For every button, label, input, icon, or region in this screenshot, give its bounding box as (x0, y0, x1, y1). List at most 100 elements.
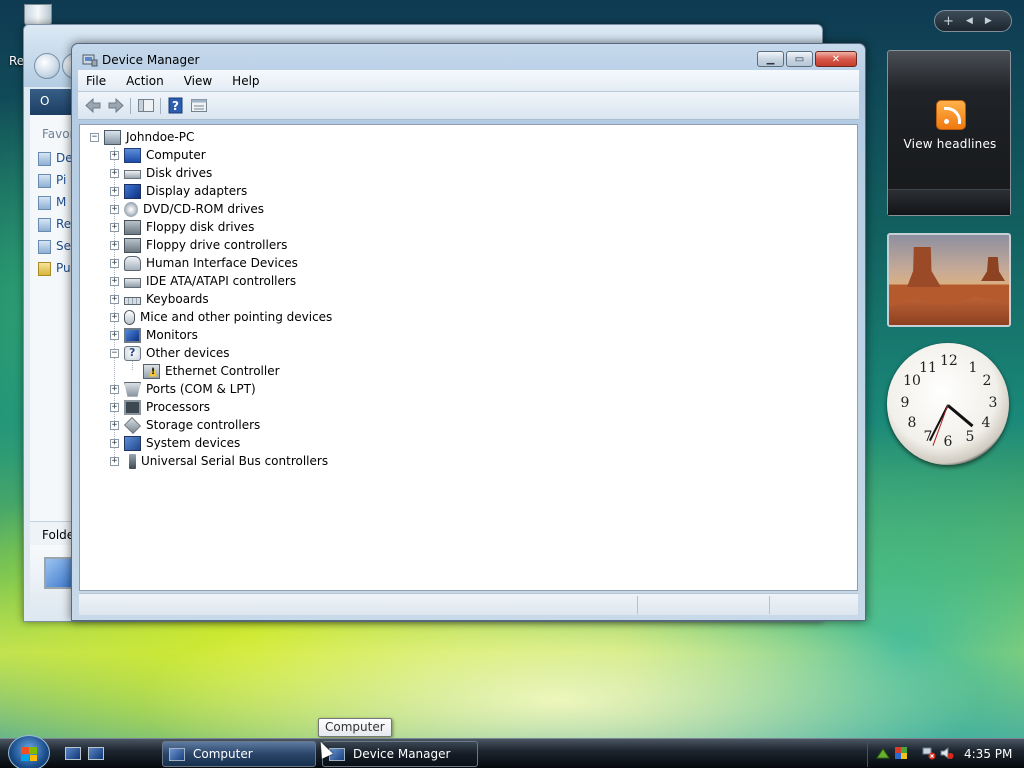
tree-node-dvd-drives[interactable]: + DVD/CD-ROM drives (110, 200, 264, 218)
status-separator (637, 596, 638, 614)
expand-toggle[interactable]: + (110, 420, 119, 430)
monitor-icon (124, 327, 141, 343)
sidebar-controls: + ◀ ▶ (934, 10, 1012, 32)
expand-toggle[interactable]: + (110, 186, 119, 196)
menu-help[interactable]: Help (229, 74, 262, 88)
expand-toggle[interactable]: + (110, 330, 119, 340)
menu-action[interactable]: Action (123, 74, 167, 88)
organize-button[interactable]: O (40, 94, 49, 108)
tree-node-label: Keyboards (146, 292, 209, 306)
feed-headlines-gadget[interactable]: View headlines (887, 50, 1011, 216)
computer-icon (169, 747, 185, 761)
recycle-bin-label: Re (9, 54, 25, 68)
rock-foreground (889, 297, 1009, 325)
status-bar (79, 593, 858, 615)
expand-toggle[interactable]: + (110, 240, 119, 250)
windows-logo-icon (21, 747, 37, 761)
close-button[interactable]: ✕ (815, 51, 857, 67)
tree-node-label: Display adapters (146, 184, 248, 198)
menu-file[interactable]: File (83, 74, 109, 88)
tree-node-storage-controllers[interactable]: + Storage controllers (110, 416, 260, 434)
expand-toggle[interactable]: + (110, 150, 119, 160)
expand-toggle[interactable]: + (110, 384, 119, 394)
expand-toggle[interactable]: + (110, 258, 119, 268)
expand-toggle[interactable]: + (110, 168, 119, 178)
tree-node-label: Ports (COM & LPT) (146, 382, 256, 396)
tree-node-usb-controllers[interactable]: + Universal Serial Bus controllers (110, 452, 328, 470)
tree-node-other-devices[interactable]: − Other devices (110, 344, 230, 362)
keyboard-icon (124, 297, 141, 305)
other-devices-icon (124, 345, 141, 361)
security-center-icon[interactable] (894, 746, 908, 760)
nav-link-label: Pu (56, 261, 71, 275)
storage-controller-icon (124, 416, 141, 434)
tree-node-monitors[interactable]: + Monitors (110, 326, 198, 344)
back-button[interactable] (34, 53, 60, 79)
tree-node-hid[interactable]: + Human Interface Devices (110, 254, 298, 272)
maximize-button[interactable]: ▭ (786, 51, 813, 67)
tree-node-floppy-controllers[interactable]: + Floppy drive controllers (110, 236, 287, 254)
device-manager-window: Device Manager ▁ ▭ ✕ File Action View He… (71, 43, 866, 621)
volume-muted-icon[interactable] (940, 746, 954, 760)
clock-hour-hand (947, 404, 974, 428)
expand-toggle[interactable]: + (110, 402, 119, 412)
expand-toggle[interactable]: + (110, 312, 119, 322)
tree-node-display-adapters[interactable]: + Display adapters (110, 182, 247, 200)
menu-view[interactable]: View (181, 74, 215, 88)
minimize-button[interactable]: ▁ (757, 51, 784, 67)
properties-icon[interactable] (190, 97, 208, 114)
network-disconnected-icon[interactable] (922, 746, 936, 760)
next-gadget-icon[interactable]: ▶ (985, 16, 992, 26)
expand-toggle[interactable]: + (110, 438, 119, 448)
tree-node-disk-drives[interactable]: + Disk drives (110, 164, 212, 182)
tree-node-processors[interactable]: + Processors (110, 398, 210, 416)
disk-drive-icon (124, 170, 141, 179)
start-button[interactable] (8, 735, 50, 768)
tree-node-label: Universal Serial Bus controllers (141, 454, 329, 468)
expand-toggle[interactable]: + (110, 456, 119, 466)
expand-toggle[interactable]: + (110, 294, 119, 304)
tree-node-system-devices[interactable]: + System devices (110, 434, 240, 452)
tree-node-ports[interactable]: + Ports (COM & LPT) (110, 380, 256, 398)
tree-node-ide-controllers[interactable]: + IDE ATA/ATAPI controllers (110, 272, 296, 290)
music-icon (38, 195, 51, 210)
tree-node-keyboards[interactable]: + Keyboards (110, 290, 209, 308)
tree-node-mice[interactable]: + Mice and other pointing devices (110, 308, 332, 326)
slideshow-gadget[interactable] (887, 233, 1011, 327)
taskbar-item-device-manager[interactable]: Device Manager (322, 741, 478, 767)
back-arrow-icon[interactable] (84, 97, 102, 114)
add-gadget-icon[interactable]: + (943, 14, 954, 29)
taskbar-item-computer[interactable]: Computer (162, 741, 316, 767)
pictures-icon (38, 173, 51, 188)
tree-node-label: Mice and other pointing devices (140, 310, 333, 324)
show-desktop-icon[interactable] (65, 747, 81, 760)
previous-gadget-icon[interactable]: ◀ (966, 16, 973, 26)
svg-text:?: ? (172, 99, 179, 113)
view-headlines-label[interactable]: View headlines (888, 137, 1012, 151)
switch-windows-icon[interactable] (88, 747, 104, 760)
searches-icon (38, 239, 51, 254)
tree-node-ethernet-controller[interactable]: Ethernet Controller (143, 362, 280, 380)
expand-toggle[interactable]: + (110, 204, 119, 214)
tree-root-computer[interactable]: − Johndoe-PC (90, 128, 194, 146)
documents-icon (38, 151, 51, 166)
collapse-toggle[interactable]: − (110, 348, 119, 358)
tree-node-floppy-disk-drives[interactable]: + Floppy disk drives (110, 218, 254, 236)
clock-time[interactable]: 4:35 PM (964, 747, 1012, 761)
recent-icon (38, 217, 51, 232)
forward-arrow-icon[interactable] (107, 97, 125, 114)
toolbar-separator (160, 98, 161, 114)
tree-node-label: Monitors (146, 328, 198, 342)
mouse-icon (124, 309, 135, 325)
collapse-toggle[interactable]: − (90, 132, 99, 142)
expand-toggle[interactable]: + (110, 276, 119, 286)
expand-toggle[interactable]: + (110, 222, 119, 232)
help-icon[interactable]: ? (167, 97, 185, 114)
minimize-icon: ▁ (766, 53, 775, 65)
show-hide-console-tree-icon[interactable] (137, 97, 155, 114)
tree-node-label: DVD/CD-ROM drives (143, 202, 265, 216)
safely-remove-hardware-icon[interactable] (876, 746, 890, 760)
clock-gadget[interactable]: 12 1 2 3 4 5 6 7 8 9 10 11 (887, 343, 1009, 465)
tree-node-label: IDE ATA/ATAPI controllers (146, 274, 297, 288)
tree-node-computer[interactable]: + Computer (110, 146, 206, 164)
